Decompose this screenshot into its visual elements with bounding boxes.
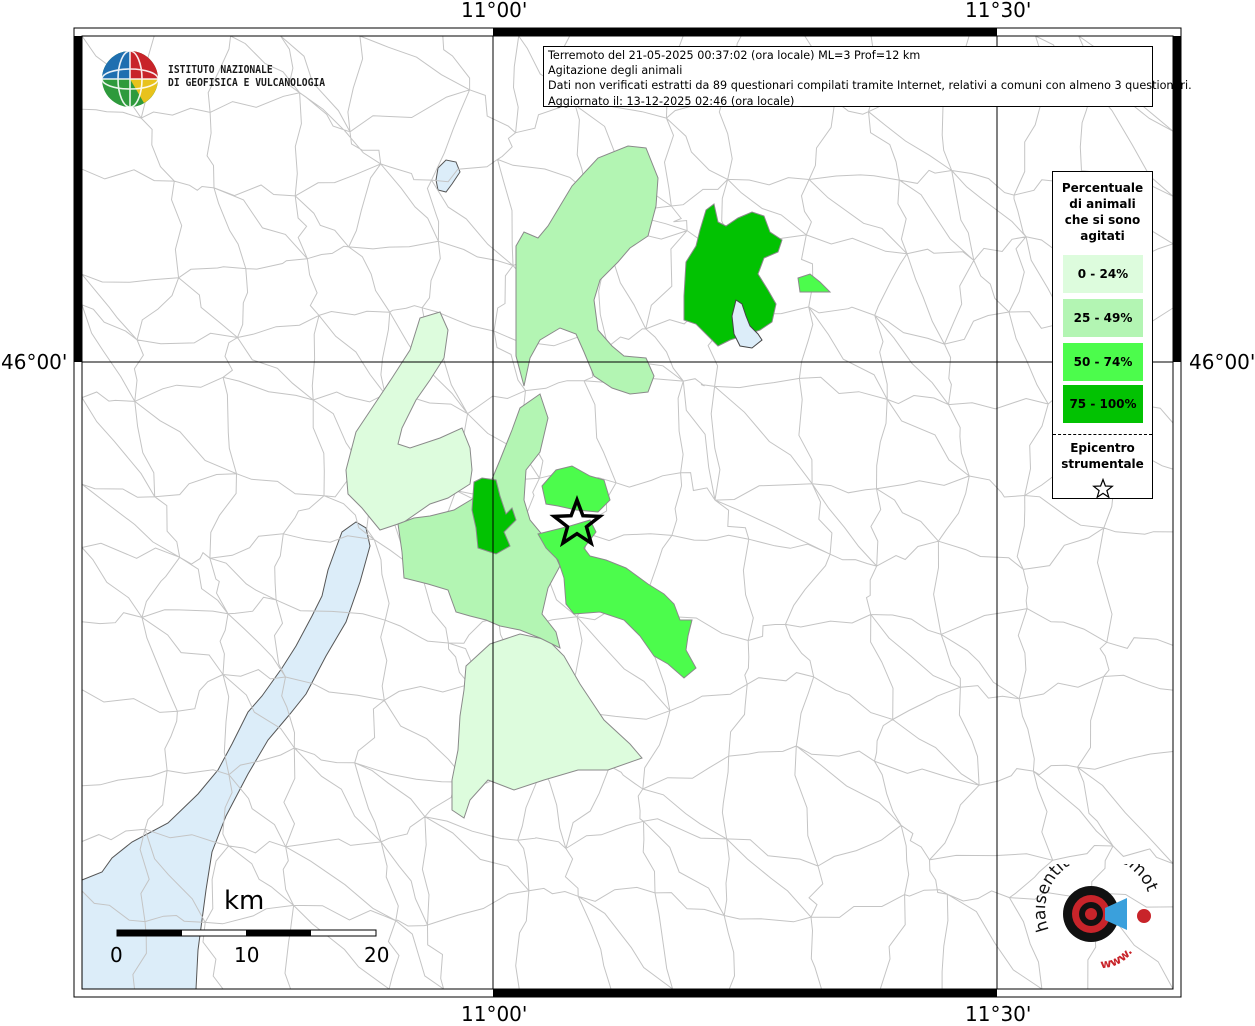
legend-title-line: di animali — [1069, 197, 1136, 211]
scale-bar — [116, 929, 377, 937]
info-updated: Aggiornato il: 13-12-2025 02:46 (ora loc… — [548, 94, 795, 108]
legend-separator — [1053, 434, 1152, 435]
info-disclaimer: Dati non verificati estratti da 89 quest… — [548, 79, 1192, 93]
legend-title-line: che si sono — [1064, 213, 1141, 227]
lon-label-bottom-1100: 11°00' — [461, 1002, 528, 1026]
globe-icon — [101, 50, 159, 108]
lat-label-right: 46°00' — [1189, 350, 1255, 374]
legend-epicenter-line: Epicentro — [1070, 441, 1135, 455]
legend-class-75-100: 75 - 100% — [1063, 385, 1143, 423]
lon-label-bottom-1130: 11°30' — [965, 1002, 1032, 1026]
legend-title: Percentuale di animali che si sono agita… — [1053, 180, 1152, 244]
hsit-logo: haisentitoilterremoto.it www. — [1030, 842, 1165, 974]
earthquake-info-box: Terremoto del 21-05-2025 00:37:02 (ora l… — [543, 46, 1192, 108]
legend: Percentuale di animali che si sono agita… — [1052, 171, 1153, 499]
scale-unit: km — [224, 886, 265, 916]
lat-label-left: 46°00' — [1, 350, 68, 374]
lon-label-top-1130: 11°30' — [965, 0, 1032, 22]
scale-tick-20: 20 — [364, 943, 390, 967]
hsit-logo-www: www. — [1099, 945, 1135, 972]
info-event: Terremoto del 21-05-2025 00:37:02 (ora l… — [548, 49, 921, 62]
legend-title-line: agitati — [1080, 229, 1125, 243]
ingv-logo-line2: DI GEOFISICA E VULCANOLOGIA — [168, 77, 326, 89]
ingv-logo: ISTITUTO NAZIONALE DI GEOFISICA E VULCAN… — [100, 48, 325, 110]
legend-epicenter-line: strumentale — [1061, 457, 1144, 471]
legend-class-25-49: 25 - 49% — [1063, 299, 1143, 337]
scale-tick-0: 0 — [110, 943, 123, 967]
ingv-logo-text: ISTITUTO NAZIONALE DI GEOFISICA E VULCAN… — [168, 64, 325, 90]
lon-label-top-1100: 11°00' — [461, 0, 528, 22]
legend-title-line: Percentuale — [1061, 181, 1144, 195]
legend-class-50-74: 50 - 74% — [1063, 343, 1143, 381]
ingv-logo-line1: ISTITUTO NAZIONALE — [168, 64, 273, 76]
target-megaphone-icon: haisentitoilterremoto.it www. — [1030, 842, 1162, 972]
legend-class-0-24: 0 - 24% — [1063, 255, 1143, 293]
star-outline-icon — [1092, 478, 1114, 499]
scale-tick-10: 10 — [234, 943, 260, 967]
svg-text:www.: www. — [1099, 945, 1135, 972]
info-subject: Agitazione degli animali — [548, 64, 683, 78]
legend-epicenter-title: Epicentro strumentale — [1053, 440, 1152, 472]
